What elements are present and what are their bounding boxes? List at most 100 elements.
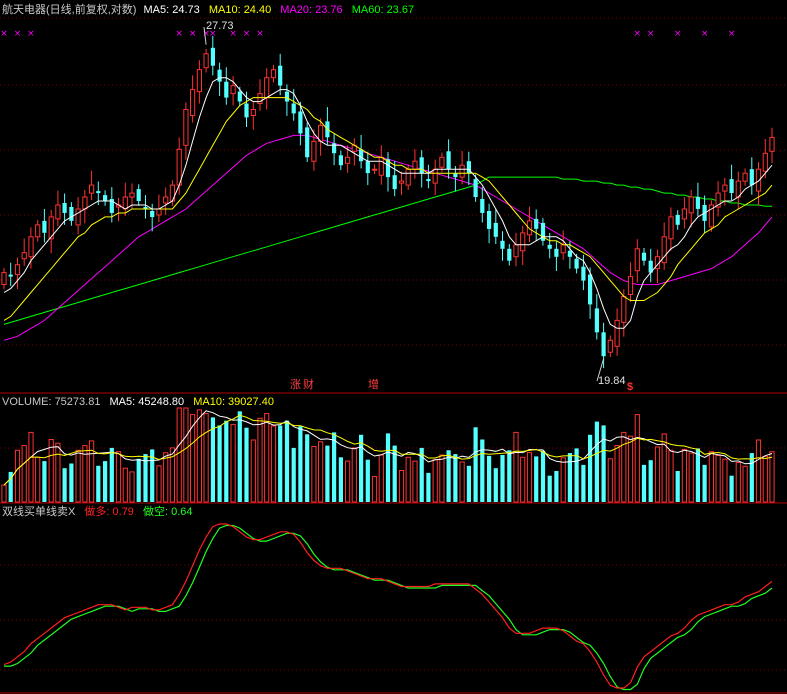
candle-down (547, 244, 552, 249)
candle-down (150, 211, 155, 217)
volume-bar-up (412, 460, 418, 503)
volume-bar-down (338, 457, 343, 502)
candle-up (311, 140, 317, 162)
volume-bar-down (217, 425, 222, 502)
candle-down (574, 258, 579, 269)
volume-bar-down (601, 425, 606, 502)
candle-down (554, 248, 559, 257)
volume-bar-up (520, 456, 526, 503)
volume-bar-up (715, 455, 721, 503)
volume-bar-down (453, 454, 458, 502)
volume-value: VOLUME: 75273.81 (2, 396, 101, 408)
volume-ma5: MA5: 45248.80 (109, 396, 185, 408)
marker-zeng[interactable]: 增 (368, 379, 379, 392)
volume-bar-up (378, 454, 384, 503)
candle-down (493, 222, 498, 237)
volume-bar-up (688, 452, 694, 503)
volume-bar-up (681, 448, 687, 503)
volume-bar-down (359, 434, 364, 502)
candle-down (69, 207, 74, 221)
candle-down (507, 248, 512, 261)
volume-bar-down (729, 475, 734, 502)
volume-bar-up (21, 445, 27, 503)
candle-up (621, 296, 627, 323)
volume-bar-down (675, 471, 680, 502)
indicator-long: 做多: 0.79 (84, 506, 134, 518)
volume-bar-down (291, 447, 296, 502)
candle-down (8, 274, 13, 277)
candle-up (405, 168, 411, 186)
signal-x-mark: × (175, 29, 183, 39)
volume-bar-up (526, 452, 533, 503)
marker-zhang[interactable]: 涨 (290, 379, 301, 392)
volume-bar-up (163, 452, 169, 503)
volume-bar-down (487, 455, 492, 502)
candle-down (480, 199, 485, 213)
candle-up (230, 85, 236, 95)
candle-up (14, 264, 21, 276)
volume-bar-up (607, 458, 613, 503)
volume-bar-down (641, 464, 647, 502)
candle-up (614, 319, 620, 347)
volume-bar-up (115, 451, 122, 503)
candle-down (284, 91, 290, 102)
signal-x-mark: × (256, 29, 264, 39)
volume-bar-up (614, 445, 620, 503)
low-price-label: 19.84 (598, 375, 626, 387)
volume-bar-down (500, 455, 505, 502)
candle-down (278, 65, 283, 86)
candle-down (237, 91, 242, 102)
candle-down (749, 169, 754, 186)
candle-up (196, 69, 203, 93)
volume-bar-up (203, 413, 209, 503)
candle-down (487, 211, 492, 229)
volume-bar-down (69, 463, 74, 502)
signal-x-mark: × (0, 29, 8, 39)
candle-up (520, 232, 526, 252)
candle-down (244, 103, 249, 118)
marker-cai[interactable]: 财 (303, 379, 314, 392)
volume-bar-up (48, 439, 54, 503)
candle-down (641, 252, 647, 261)
price-legend: 航天电器(日线,前复权,对数) MA5: 24.73 MA10: 24.40 M… (2, 4, 420, 17)
candle-up (75, 208, 81, 226)
candle-up (762, 152, 768, 172)
volume-bar-down (749, 453, 754, 502)
candle-down (103, 195, 108, 202)
indicator-short: 做空: 0.64 (143, 506, 193, 518)
volume-bar-down (507, 450, 512, 502)
volume-bar-down (534, 456, 539, 502)
signal-x-mark: × (243, 29, 251, 39)
volume-bar-down (210, 417, 215, 502)
high-price-label: 27.73 (206, 20, 234, 32)
candle-down (601, 332, 606, 357)
candle-down (473, 179, 478, 197)
indicator-legend: 双线买单线卖X 做多: 0.79 做空: 0.64 (2, 506, 199, 519)
volume-bar-up (311, 446, 317, 503)
signal-x-mark: × (27, 29, 35, 39)
volume-bar-down (473, 427, 478, 502)
candle-up (129, 192, 135, 198)
candle-down (217, 69, 222, 82)
volume-bar-down (702, 464, 707, 502)
candle-up (681, 208, 687, 220)
marker-dollar[interactable]: $ (627, 381, 633, 394)
volume-bar-down (588, 434, 593, 502)
volume-bar-up (742, 465, 748, 503)
volume-bar-up (621, 431, 627, 503)
candle-up (560, 244, 566, 254)
candle-up (742, 172, 748, 182)
stock-chart[interactable]: × × × × × × × × × × × × × × × (0, 0, 787, 694)
volume-bar-down (581, 464, 586, 502)
candle-down (359, 149, 364, 162)
candle-up (28, 236, 34, 258)
candle-down (534, 218, 539, 229)
volume-bar-up (156, 465, 162, 503)
volume-bar-up (55, 442, 61, 503)
volume-bar-up (735, 462, 741, 503)
volume-bar-down (305, 434, 310, 502)
candle-up (432, 168, 438, 184)
volume-bar-up (75, 449, 81, 503)
volume-bar-down (278, 425, 283, 502)
volume-bar-down (284, 420, 290, 502)
